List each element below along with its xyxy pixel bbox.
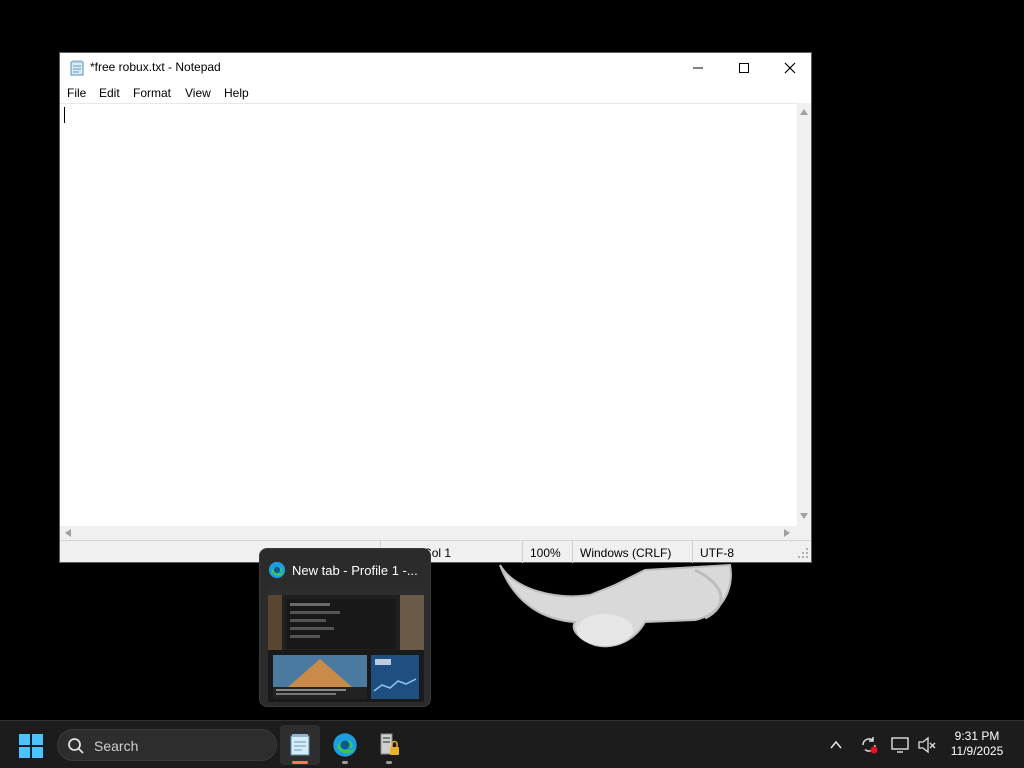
search-box[interactable]: Search xyxy=(57,729,277,761)
minimize-button[interactable] xyxy=(675,53,721,83)
taskbar-app-edge[interactable] xyxy=(325,725,365,765)
window-title: *free robux.txt - Notepad xyxy=(90,60,221,74)
status-bar: Ln 1, Col 1 100% Windows (CRLF) UTF-8 xyxy=(60,540,811,563)
maximize-icon xyxy=(739,63,749,73)
status-line-ending: Windows (CRLF) xyxy=(572,541,692,563)
scroll-corner xyxy=(797,526,811,540)
chevron-up-icon[interactable] xyxy=(828,737,844,753)
scroll-up-icon[interactable] xyxy=(800,109,808,115)
menu-view[interactable]: View xyxy=(185,86,211,100)
scroll-right-icon[interactable] xyxy=(784,529,790,537)
menu-help[interactable]: Help xyxy=(224,86,249,100)
preview-thumbnail[interactable] xyxy=(268,587,424,702)
taskbar-app-notepad[interactable] xyxy=(280,725,320,765)
notepad-titlebar[interactable]: *free robux.txt - Notepad xyxy=(60,53,811,83)
close-button[interactable] xyxy=(767,53,813,83)
scroll-down-icon[interactable] xyxy=(800,513,808,519)
scroll-left-icon[interactable] xyxy=(65,529,71,537)
menu-edit[interactable]: Edit xyxy=(99,86,120,100)
maximize-button[interactable] xyxy=(721,53,767,83)
text-editor[interactable] xyxy=(60,103,797,526)
menu-file[interactable]: File xyxy=(67,86,86,100)
resize-grip-icon[interactable] xyxy=(797,547,809,559)
text-caret xyxy=(64,107,65,123)
clock-date: 11/9/2025 xyxy=(950,744,1004,758)
clock-time: 9:31 PM xyxy=(954,729,1000,743)
status-zoom: 100% xyxy=(522,541,572,563)
taskbar: Search 9:31 PM 11/9/2025 xyxy=(0,720,1024,768)
notepad-window: *free robux.txt - Notepad File Edit Form… xyxy=(59,52,812,563)
clock[interactable]: 9:31 PM 11/9/2025 xyxy=(942,729,1012,759)
running-app-indicator xyxy=(386,761,392,764)
status-zoom-text: 100% xyxy=(530,546,561,560)
active-app-indicator xyxy=(292,761,308,764)
sync-icon[interactable] xyxy=(859,735,879,755)
preview-thumbnail-image xyxy=(268,587,424,702)
status-encoding: UTF-8 xyxy=(692,541,797,563)
running-app-indicator xyxy=(342,761,348,764)
search-label: Search xyxy=(94,738,139,754)
edge-icon xyxy=(333,733,357,757)
vertical-scrollbar[interactable] xyxy=(797,103,811,526)
search-icon xyxy=(68,738,84,754)
wallpaper-figure xyxy=(499,563,732,648)
display-icon[interactable] xyxy=(890,735,910,755)
close-icon xyxy=(784,62,796,74)
horizontal-scrollbar[interactable] xyxy=(60,526,797,540)
edge-icon xyxy=(268,561,286,579)
server-lock-icon xyxy=(380,733,399,755)
volume-muted-icon[interactable] xyxy=(917,735,937,755)
menu-bar: File Edit Format View Help xyxy=(60,83,811,103)
status-encoding-text: UTF-8 xyxy=(700,546,734,560)
taskbar-app-server-manager[interactable] xyxy=(369,725,409,765)
preview-title: New tab - Profile 1 -... xyxy=(292,563,418,578)
status-line-ending-text: Windows (CRLF) xyxy=(580,546,672,560)
notepad-icon xyxy=(70,60,84,76)
taskbar-preview[interactable]: New tab - Profile 1 -... xyxy=(259,548,431,707)
menu-format[interactable]: Format xyxy=(133,86,171,100)
windows-start-icon[interactable] xyxy=(18,733,44,759)
notepad-icon xyxy=(290,734,310,756)
minimize-icon xyxy=(693,67,703,69)
